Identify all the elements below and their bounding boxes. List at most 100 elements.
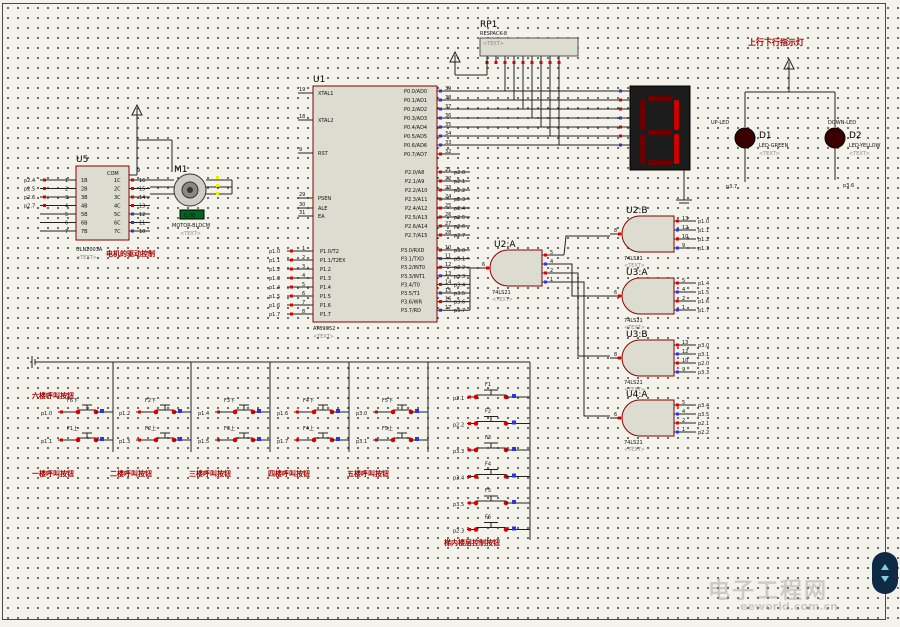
pin-state bbox=[257, 409, 261, 413]
floor-button-2-down[interactable]: p1.2 F2下 bbox=[119, 398, 191, 417]
car-button-3[interactable]: p3.3 F3 bbox=[453, 435, 530, 455]
floor-button-4-up[interactable]: p1.7 F4上 bbox=[277, 425, 349, 445]
gate-u3-b[interactable]: U3:B74LS21<TEXT>813 p3.012 p3.110 p2.09 p3.3 bbox=[610, 330, 709, 393]
floor-button-1-up[interactable]: p1.1 F1上 bbox=[41, 425, 113, 445]
car-button-1[interactable]: p2.1 F1 bbox=[453, 382, 530, 402]
floor-button-4-down[interactable]: p1.6 F4下 bbox=[277, 398, 349, 417]
gate-u2-a[interactable]: U2:A 74LS21<TEXT> 6 5 4 2 1 bbox=[478, 240, 564, 303]
car-button-4[interactable]: p3.4 F4 bbox=[453, 462, 530, 482]
rp1-resistor-pack[interactable]: RP1 RESPACK-8 <TEXT> bbox=[479, 20, 579, 64]
pin-state bbox=[439, 248, 442, 252]
u1-pin-number: 28 bbox=[445, 230, 451, 236]
u1-pin-name: P0.7/AD7 bbox=[404, 152, 427, 158]
d1-text: <TEXT> bbox=[759, 151, 780, 157]
floor-call-buttons: p1.0 F6下 p1.1 F1上一楼呼叫按钮 p1.2 F2下 p1.3 F2上二楼呼叫按钮… bbox=[32, 362, 429, 478]
segment-b bbox=[674, 100, 679, 130]
car-button-5[interactable]: p3.5 F5 bbox=[453, 488, 530, 508]
rp1-pin-state bbox=[539, 61, 543, 64]
gate-input-num: 13 bbox=[682, 340, 688, 346]
pin-state bbox=[512, 526, 516, 531]
floor-button-2-up[interactable]: p1.3 F2上 bbox=[119, 425, 191, 445]
button-net: p2.2 bbox=[453, 423, 464, 429]
pin-state bbox=[676, 352, 679, 356]
led-d2[interactable]: DOWN-LED D2 LED-YELLOW <TEXT> p3.6 bbox=[824, 120, 881, 189]
pin-state bbox=[439, 257, 442, 261]
pin-state bbox=[131, 204, 134, 207]
gate-input-num: 5 bbox=[682, 278, 685, 284]
u1-pin-number: 25 bbox=[445, 203, 451, 209]
gate-input-net: p2.2 bbox=[698, 430, 709, 436]
floor-button-3-up[interactable]: p1.5 F3上 bbox=[198, 425, 270, 445]
u1-pin-name: P1.0/T2 bbox=[320, 249, 339, 255]
pin-state bbox=[43, 187, 46, 190]
pin-state bbox=[618, 232, 621, 236]
u5-net-label: p2.6 bbox=[24, 195, 35, 201]
navigation-widget[interactable] bbox=[872, 552, 898, 594]
nav-down-icon[interactable] bbox=[881, 576, 889, 582]
u5-pin-number: 14 bbox=[139, 195, 145, 201]
gate-input-net: p1.4 bbox=[698, 281, 709, 287]
led-d1[interactable]: UP-LED D1 LED-GREEN <TEXT> p3.7 bbox=[711, 120, 788, 190]
floor-button-5-down[interactable]: p3.0 F5下 bbox=[356, 398, 428, 417]
button-ref: F2上 bbox=[145, 425, 156, 432]
u5-outputs: 16 1C 15 2C 14 3C 13 4C 12 5C 11 6C 10 7C bbox=[114, 178, 150, 235]
pin-state bbox=[100, 437, 104, 441]
pin-state bbox=[439, 206, 442, 210]
u1-pin-number: 23 bbox=[445, 185, 451, 191]
u5-pin-name: 4C bbox=[114, 204, 121, 210]
pin-state bbox=[439, 308, 442, 312]
gate-input-num: 12 bbox=[682, 349, 688, 355]
pin-state bbox=[512, 473, 516, 478]
button-terminal bbox=[153, 409, 159, 415]
floor-button-label: 四楼呼叫按钮 bbox=[268, 469, 310, 478]
seven-segment-display[interactable]: 1 bbox=[629, 85, 692, 204]
u1-pin-number: 3 bbox=[302, 264, 305, 270]
u1-pin-number: 21 bbox=[445, 167, 451, 173]
u1-pin-name: P3.6/WR bbox=[401, 300, 423, 306]
nav-up-icon[interactable] bbox=[881, 564, 889, 570]
u1-pin-number: 39 bbox=[445, 86, 451, 92]
floor-button-5-up[interactable]: p3.1 F5上 bbox=[356, 425, 428, 445]
pin-state bbox=[415, 409, 419, 413]
button-ref: F2下 bbox=[145, 398, 156, 404]
gate-u3-a[interactable]: U3:A74LS21<TEXT>65 p1.44 p1.52 p1.61 p1.7 bbox=[610, 268, 709, 331]
pin-state bbox=[439, 291, 442, 295]
gate-output-num: 8 bbox=[614, 352, 617, 358]
floor-button-1-down[interactable]: p1.0 F6下 bbox=[41, 398, 113, 417]
car-buttons: p2.1 F1 p2.2 F2 p3.3 F3 p3.4 F4 p3.5 F5 p2.3 F6 bbox=[453, 382, 530, 535]
floor-button-label: 二楼呼叫按钮 bbox=[110, 469, 152, 478]
pin-state bbox=[468, 501, 471, 505]
u5-pin-name: 7B bbox=[81, 229, 88, 235]
gate-u2-b[interactable]: U2:B74LS21<TEXT>813 p1.012 p1.110 p1.29 p1.3 bbox=[610, 206, 709, 269]
u5-driver[interactable]: U5 COM ULN2003A <TEXT> p2.4 1 1B p2.5 2 2B p2.… bbox=[24, 155, 150, 261]
gate-output-num: 8 bbox=[614, 228, 617, 234]
u1-pin-number: 10 bbox=[445, 245, 451, 251]
rp1-pins bbox=[485, 56, 561, 64]
u1-pin-name: P1.3 bbox=[320, 276, 331, 282]
pin-state bbox=[439, 170, 442, 174]
u5-pin-number: 3 bbox=[65, 195, 68, 201]
pin-state bbox=[439, 179, 442, 183]
rp1-ref: RP1 bbox=[480, 20, 497, 30]
gate-input-net: p1.5 bbox=[698, 290, 709, 296]
pin-state bbox=[512, 420, 516, 425]
car-button-2[interactable]: p2.2 F2 bbox=[453, 409, 530, 429]
d1-net: p3.7 bbox=[726, 184, 737, 190]
rp1-pin-state bbox=[512, 61, 516, 64]
pin-state bbox=[439, 188, 442, 192]
u1-microcontroller[interactable]: U1 AT89C52 <TEXT> 19XTAL118XTAL29RST29PS… bbox=[269, 75, 470, 340]
u1-pin-number: 22 bbox=[445, 176, 451, 182]
gate-input-num: 1 bbox=[550, 277, 553, 283]
pin-state bbox=[468, 422, 471, 425]
d2-text: <TEXT> bbox=[849, 151, 870, 157]
car-button-6[interactable]: p2.3 F6 bbox=[453, 515, 530, 535]
gate-u4-a[interactable]: U4:A 74LS21<TEXT> 6 5 p3.4 4 p3.5 2 p2.1 1 p2.2 bbox=[610, 390, 709, 453]
u5-pin-name: 6C bbox=[114, 221, 121, 227]
u1-net-label: p3.5 bbox=[454, 291, 465, 297]
pin-state bbox=[131, 229, 134, 233]
gate-input-num: 1 bbox=[682, 427, 685, 433]
m1-motor[interactable]: M1 0.00 MOTOR-BLDCM <TEXT> bbox=[150, 165, 233, 237]
floor-button-3-down[interactable]: p1.4 F3下 bbox=[198, 398, 270, 417]
rp1-pin-state bbox=[530, 61, 534, 64]
u5-pin-number: 2 bbox=[65, 187, 68, 193]
